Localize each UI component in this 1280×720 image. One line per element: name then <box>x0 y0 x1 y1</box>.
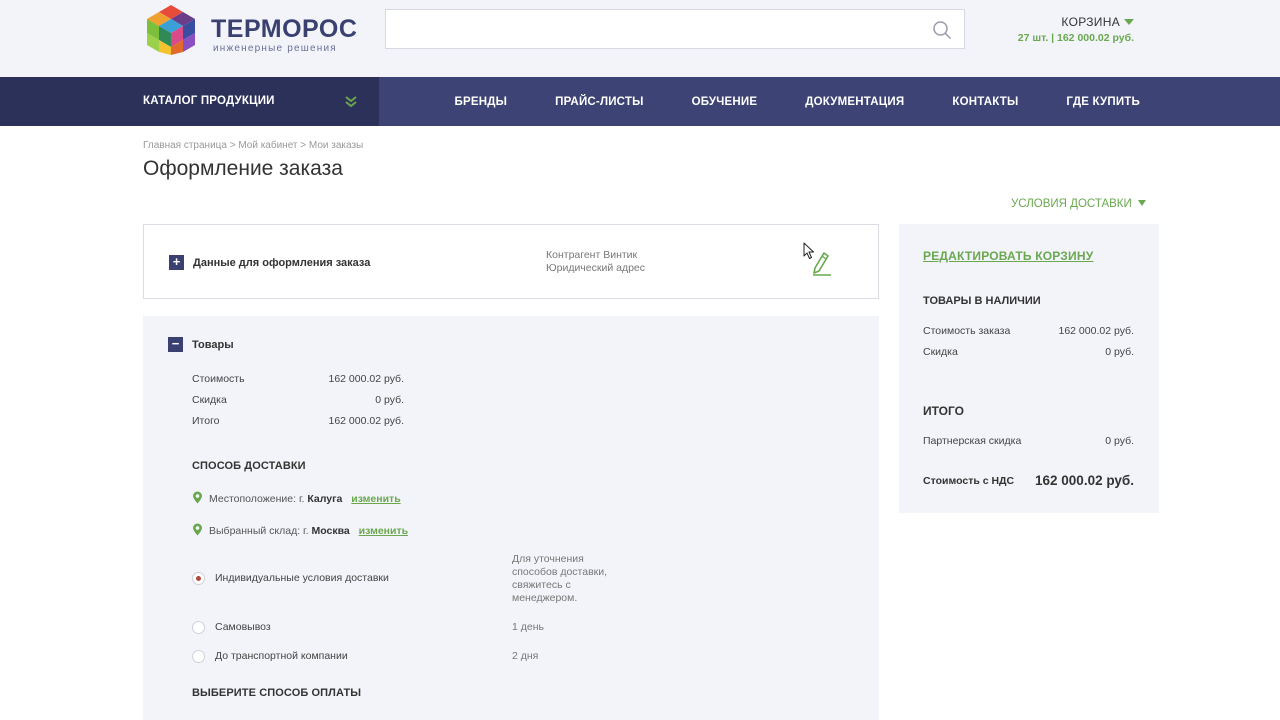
discount-row: Скидка 0 руб. <box>192 394 404 406</box>
nav-item-documentation[interactable]: ДОКУМЕНТАЦИЯ <box>805 96 904 108</box>
in-stock-heading: ТОВАРЫ В НАЛИЧИИ <box>923 295 1041 307</box>
search-input[interactable] <box>385 9 965 49</box>
cost-value: 162 000.02 руб. <box>328 373 405 385</box>
logo-cube-icon <box>147 5 195 55</box>
breadcrumb[interactable]: Главная страница > Мой кабинет > Мои зак… <box>143 140 363 151</box>
radio-pickup[interactable] <box>192 621 205 634</box>
total-row: Итого 162 000.02 руб. <box>192 415 404 427</box>
chevron-down-icon <box>1137 200 1146 206</box>
total-heading: ИТОГО <box>923 404 964 418</box>
option-transport-company[interactable]: До транспортной компании <box>215 650 348 662</box>
location-row: Местоположение: г. Калуга изменить <box>192 491 401 505</box>
partner-discount-label: Партнерская скидка <box>923 435 1022 447</box>
mouse-cursor-icon <box>803 242 814 259</box>
partner-discount-row: Партнерская скидка 0 руб. <box>923 435 1134 447</box>
option-note-transport: 2 дня <box>512 650 539 662</box>
total-value: 162 000.02 руб. <box>328 415 405 427</box>
cart-widget[interactable]: КОРЗИНА 27 шт. | 162 000.02 руб. <box>1018 15 1134 44</box>
double-chevron-down-icon <box>345 96 357 108</box>
delivery-terms-label: УСЛОВИЯ ДОСТАВКИ <box>1011 198 1132 210</box>
edit-cart-link[interactable]: РЕДАКТИРОВАТЬ КОРЗИНУ <box>923 249 1093 263</box>
nav-item-training[interactable]: ОБУЧЕНИЕ <box>692 96 758 108</box>
location-label: Местоположение: г. <box>209 493 305 505</box>
logo[interactable]: ТЕРМОРОС инженерные решения <box>143 3 357 57</box>
total-label: Итого <box>192 415 220 427</box>
order-data-info: Контрагент Винтик Юридический адрес <box>546 249 645 275</box>
radio-transport-company[interactable] <box>192 650 205 663</box>
vat-total-value: 162 000.02 руб. <box>1035 473 1134 488</box>
cart-summary: 27 шт. | 162 000.02 руб. <box>1017 32 1134 44</box>
option-pickup[interactable]: Самовывоз <box>215 621 271 633</box>
order-data-panel: + Данные для оформления заказа Контраген… <box>143 224 879 299</box>
goods-title[interactable]: Товары <box>192 339 234 351</box>
payment-method-heading: ВЫБЕРИТЕ СПОСОБ ОПЛАТЫ <box>192 687 362 699</box>
goods-panel: − Товары Стоимость 162 000.02 руб. Скидк… <box>143 316 879 720</box>
map-pin-icon <box>193 491 202 504</box>
main-nav: КАТАЛОГ ПРОДУКЦИИ БРЕНДЫ ПРАЙС-ЛИСТЫ ОБУ… <box>0 77 1280 126</box>
partner-discount-value: 0 руб. <box>1105 435 1134 447</box>
page-title: Оформление заказа <box>143 157 343 180</box>
option-note-individual: Для уточнения способов доставки, свяжите… <box>512 553 608 604</box>
vat-total-row: Стоимость с НДС 162 000.02 руб. <box>923 473 1134 488</box>
cost-row: Стоимость 162 000.02 руб. <box>192 373 404 385</box>
nav-catalog-label: КАТАЛОГ ПРОДУКЦИИ <box>143 95 275 107</box>
discount-value: 0 руб. <box>375 394 404 406</box>
nav-item-contacts[interactable]: КОНТАКТЫ <box>952 96 1018 108</box>
order-cost-value: 162 000.02 руб. <box>1058 325 1135 337</box>
map-pin-icon <box>193 523 202 536</box>
nav-item-where-to-buy[interactable]: ГДЕ КУПИТЬ <box>1066 96 1140 108</box>
radio-individual-delivery[interactable] <box>192 572 205 585</box>
option-individual-delivery[interactable]: Индивидуальные условия доставки <box>215 572 389 584</box>
delivery-terms-toggle[interactable]: УСЛОВИЯ ДОСТАВКИ <box>1011 198 1146 210</box>
order-data-title[interactable]: Данные для оформления заказа <box>193 257 370 269</box>
legal-address: Юридический адрес <box>546 262 646 274</box>
cart-title: КОРЗИНА <box>1061 15 1120 29</box>
search-icon[interactable] <box>932 20 952 40</box>
chevron-down-icon <box>1124 19 1134 25</box>
discount-label: Скидка <box>192 394 227 406</box>
order-cost-row: Стоимость заказа 162 000.02 руб. <box>923 325 1134 337</box>
nav-item-brands[interactable]: БРЕНДЫ <box>455 96 508 108</box>
logo-name: ТЕРМОРОС <box>211 15 358 43</box>
sidebar-discount-label: Скидка <box>923 346 958 358</box>
expand-toggle[interactable]: + <box>169 255 184 270</box>
sidebar-discount-value: 0 руб. <box>1105 346 1134 358</box>
nav-item-price-lists[interactable]: ПРАЙС-ЛИСТЫ <box>555 96 643 108</box>
location-city: Калуга <box>307 493 343 505</box>
delivery-method-heading: СПОСОБ ДОСТАВКИ <box>192 460 306 472</box>
order-cost-label: Стоимость заказа <box>923 325 1011 337</box>
warehouse-label: Выбранный склад: г. <box>209 525 309 537</box>
vat-total-label: Стоимость с НДС <box>923 475 1015 487</box>
nav-catalog[interactable]: КАТАЛОГ ПРОДУКЦИИ <box>0 77 379 126</box>
cost-label: Стоимость <box>192 373 245 385</box>
site-header: ТЕРМОРОС инженерные решения КОРЗИНА 27 ш… <box>0 0 1280 77</box>
counterparty: Контрагент Винтик <box>546 249 638 261</box>
sidebar-discount-row: Скидка 0 руб. <box>923 346 1134 358</box>
collapse-toggle[interactable]: − <box>168 337 183 352</box>
logo-tagline: инженерные решения <box>213 43 337 54</box>
order-summary-sidebar: РЕДАКТИРОВАТЬ КОРЗИНУ ТОВАРЫ В НАЛИЧИИ С… <box>899 224 1159 513</box>
change-location-link[interactable]: изменить <box>351 493 400 505</box>
warehouse-row: Выбранный склад: г. Москва изменить <box>192 523 408 537</box>
change-warehouse-link[interactable]: изменить <box>359 525 408 537</box>
warehouse-city: Москва <box>311 525 350 537</box>
nav-items: БРЕНДЫ ПРАЙС-ЛИСТЫ ОБУЧЕНИЕ ДОКУМЕНТАЦИЯ… <box>455 77 1140 126</box>
option-note-pickup: 1 день <box>512 621 544 633</box>
